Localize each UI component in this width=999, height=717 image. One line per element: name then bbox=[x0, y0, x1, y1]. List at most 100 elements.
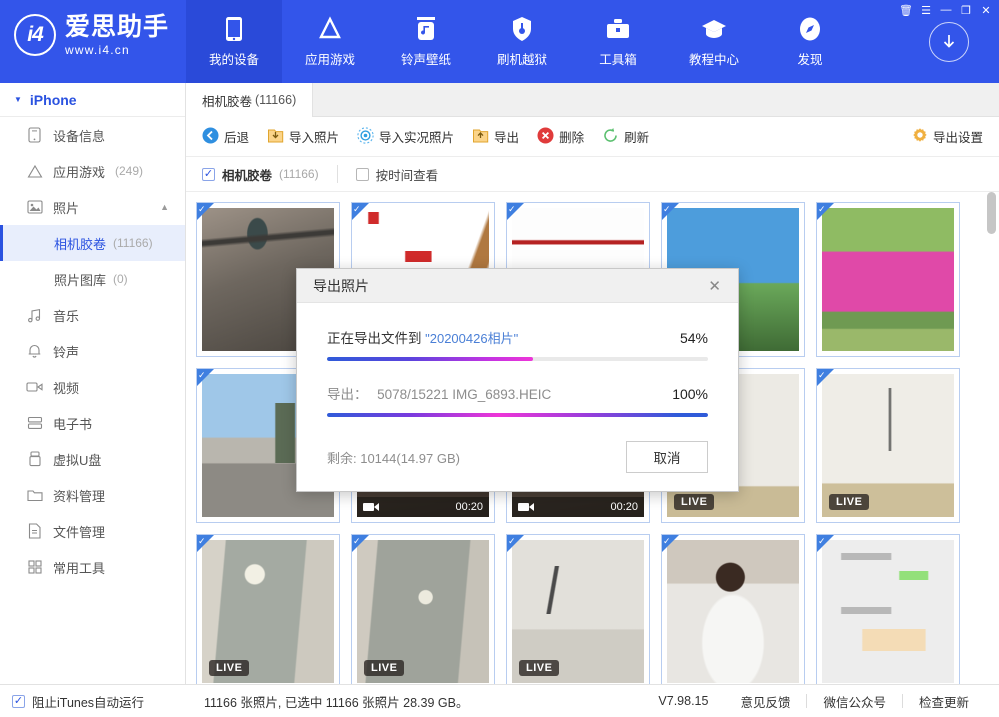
sidebar-item-label: 铃声 bbox=[53, 344, 80, 360]
dialog-body: 正在导出文件到 "20200426相片" 54% 导出： 5078/15221 … bbox=[297, 303, 738, 417]
nav-item-toolbox[interactable]: 工具箱 bbox=[570, 0, 666, 83]
sidebar-item-common-tools[interactable]: 常用工具 bbox=[0, 549, 185, 585]
refresh-button[interactable]: 刷新 bbox=[602, 127, 649, 147]
close-icon[interactable]: ✕ bbox=[703, 275, 726, 297]
selected-check-icon bbox=[662, 203, 679, 220]
minimize-icon[interactable]: ― bbox=[937, 2, 955, 18]
import-photo-button[interactable]: 导入照片 bbox=[267, 127, 339, 147]
sidebar-item-camera-roll[interactable]: 相机胶卷 (11166) bbox=[0, 225, 185, 261]
tab-label: 相机胶卷 bbox=[202, 94, 253, 109]
feedback-link[interactable]: 意见反馈 bbox=[724, 692, 806, 711]
gear-icon bbox=[912, 127, 928, 146]
sidebar-item-virtual-usb[interactable]: 虚拟U盘 bbox=[0, 441, 185, 477]
selected-check-icon bbox=[352, 535, 369, 552]
sidebar-sub-label: 相机胶卷 bbox=[54, 236, 107, 252]
sidebar-item-label: 资料管理 bbox=[53, 488, 106, 504]
sidebar-item-label: 常用工具 bbox=[53, 560, 106, 576]
sidebar-item-data-management[interactable]: 资料管理 bbox=[0, 477, 185, 513]
photo-thumbnail[interactable] bbox=[661, 534, 805, 684]
tab-count: (11166) bbox=[255, 93, 297, 107]
menu-list-icon[interactable]: ☰ bbox=[917, 2, 935, 18]
thumbnail-image bbox=[822, 208, 954, 351]
sidebar-item-device-info[interactable]: 设备信息 bbox=[0, 117, 185, 153]
thumbnail-image: LIVE bbox=[822, 374, 954, 517]
current-file-detail: 5078/15221 IMG_6893.HEIC bbox=[377, 387, 552, 402]
current-progress-label: 导出： bbox=[327, 387, 368, 402]
live-badge: LIVE bbox=[829, 494, 870, 510]
cancel-button[interactable]: 取消 bbox=[626, 441, 708, 473]
photo-thumbnail[interactable] bbox=[816, 534, 960, 684]
import-icon bbox=[267, 127, 284, 147]
caret-down-icon: ▼ bbox=[14, 95, 22, 104]
live-badge: LIVE bbox=[674, 494, 715, 510]
selected-check-icon bbox=[817, 369, 834, 386]
itunes-checkbox[interactable] bbox=[12, 694, 25, 708]
back-button[interactable]: 后退 bbox=[202, 127, 249, 147]
nav-label: 发现 bbox=[797, 52, 823, 67]
live-photo-thumbnail[interactable]: LIVE bbox=[506, 534, 650, 684]
overall-progress-percent: 54% bbox=[679, 330, 708, 346]
current-progress-row: 导出： 5078/15221 IMG_6893.HEIC 100% bbox=[327, 383, 708, 403]
sidebar-item-file-management[interactable]: 文件管理 bbox=[0, 513, 185, 549]
nav-label: 我的设备 bbox=[208, 52, 259, 67]
live-photo-thumbnail[interactable]: LIVE bbox=[351, 534, 495, 684]
trash-icon[interactable]: 🗑 bbox=[897, 2, 915, 18]
toolbar-label: 后退 bbox=[224, 131, 250, 145]
itunes-toggle-group[interactable]: 阻止iTunes自动运行 bbox=[0, 692, 186, 711]
delete-button[interactable]: 删除 bbox=[537, 127, 584, 147]
selected-check-icon bbox=[352, 203, 369, 220]
export-settings-button[interactable]: 导出设置 bbox=[912, 127, 983, 146]
nav-item-flash-jailbreak[interactable]: 刷机越狱 bbox=[474, 0, 570, 83]
close-icon[interactable]: ✕ bbox=[977, 2, 995, 18]
check-update-link[interactable]: 检查更新 bbox=[903, 692, 985, 711]
sidebar-item-photos[interactable]: 照片 ▲ bbox=[0, 189, 185, 225]
appstore-icon bbox=[26, 163, 43, 180]
app-header: i4 爱思助手 www.i4.cn 我的设备 应用游戏 铃声壁纸 刷机越狱 工具… bbox=[0, 0, 999, 83]
video-duration-badge: 00:20 bbox=[512, 497, 644, 517]
sidebar-item-label: 音乐 bbox=[53, 308, 80, 324]
video-duration: 00:20 bbox=[610, 501, 638, 513]
device-info-icon bbox=[26, 127, 43, 144]
scrollbar-thumb[interactable] bbox=[987, 192, 996, 234]
nav-label: 教程中心 bbox=[688, 52, 739, 67]
sidebar-item-label: 虚拟U盘 bbox=[53, 452, 102, 468]
live-photo-thumbnail[interactable]: LIVE bbox=[816, 368, 960, 523]
sidebar-item-ebook[interactable]: 电子书 bbox=[0, 405, 185, 441]
itunes-label: 阻止iTunes自动运行 bbox=[32, 695, 145, 710]
sidebar-item-video[interactable]: 视频 bbox=[0, 369, 185, 405]
selected-check-icon bbox=[817, 203, 834, 220]
photo-thumbnail[interactable] bbox=[816, 202, 960, 357]
sidebar-device-iphone[interactable]: ▼ iPhone bbox=[0, 83, 185, 117]
select-all-group[interactable]: 相机胶卷 (11166) bbox=[202, 165, 319, 184]
device-label: iPhone bbox=[29, 91, 77, 108]
nav-item-ringtones-wallpapers[interactable]: 铃声壁纸 bbox=[378, 0, 474, 83]
overall-progress-row: 正在导出文件到 "20200426相片" 54% bbox=[327, 327, 708, 347]
destination-folder: "20200426相片" bbox=[425, 331, 519, 346]
maximize-icon[interactable]: ❐ bbox=[957, 2, 975, 18]
download-icon[interactable] bbox=[929, 22, 969, 62]
status-links: V7.98.15 意见反馈 微信公众号 检查更新 bbox=[642, 692, 999, 711]
nav-item-tutorials[interactable]: 教程中心 bbox=[666, 0, 762, 83]
toolbar-label: 删除 bbox=[559, 131, 585, 145]
sidebar-item-ringtones[interactable]: 铃声 bbox=[0, 333, 185, 369]
export-settings-label: 导出设置 bbox=[932, 131, 983, 145]
nav-item-my-device[interactable]: 我的设备 bbox=[186, 0, 282, 83]
sidebar-item-photo-library[interactable]: 照片图库 (0) bbox=[0, 261, 185, 297]
select-all-checkbox[interactable] bbox=[202, 167, 215, 181]
nav-item-discover[interactable]: 发现 bbox=[762, 0, 858, 83]
sidebar-item-apps-games[interactable]: 应用游戏 (249) bbox=[0, 153, 185, 189]
wechat-link[interactable]: 微信公众号 bbox=[807, 692, 902, 711]
selected-check-icon bbox=[507, 535, 524, 552]
export-button[interactable]: 导出 bbox=[472, 127, 519, 147]
view-by-time-checkbox[interactable] bbox=[355, 167, 369, 181]
chevron-up-icon[interactable]: ▲ bbox=[160, 202, 169, 212]
grid-scrollbar[interactable] bbox=[987, 192, 996, 672]
import-live-photo-button[interactable]: 导入实况照片 bbox=[357, 126, 454, 147]
tab-camera-roll[interactable]: 相机胶卷 (11166) bbox=[186, 83, 314, 117]
selected-check-icon bbox=[817, 535, 834, 552]
live-photo-thumbnail[interactable]: LIVE bbox=[196, 534, 340, 684]
view-by-time-group[interactable]: 按时间查看 bbox=[355, 165, 438, 184]
nav-item-apps-games[interactable]: 应用游戏 bbox=[282, 0, 378, 83]
sidebar-item-music[interactable]: 音乐 bbox=[0, 297, 185, 333]
live-badge: LIVE bbox=[364, 660, 405, 676]
